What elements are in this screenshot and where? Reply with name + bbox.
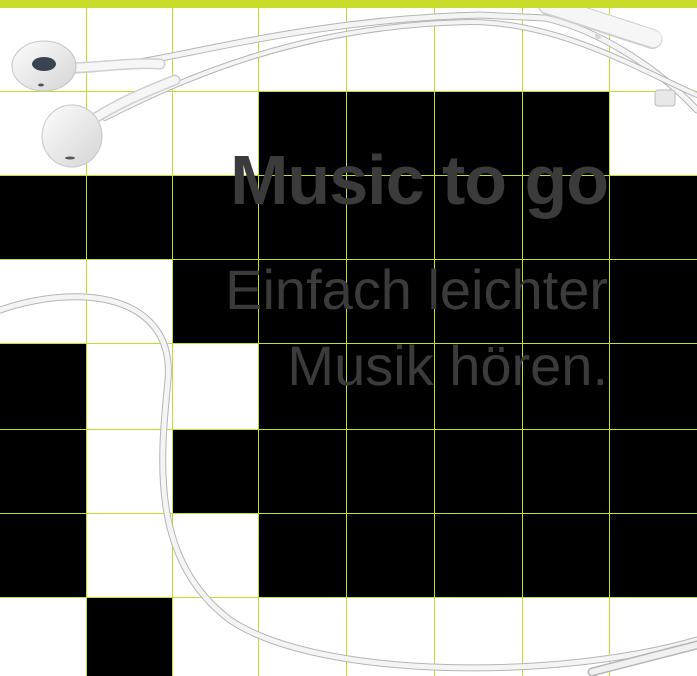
headline: Music to go	[230, 141, 609, 219]
accent-top-bar	[0, 0, 697, 8]
earbud-right	[41, 74, 181, 168]
subline-line-2: Musik hören.	[287, 334, 608, 397]
subline-line-1: Einfach leichter	[225, 258, 608, 321]
earbud-left	[11, 40, 166, 92]
subline: Einfach leichter Musik hören.	[225, 252, 608, 404]
advertisement-canvas: Music to go Einfach leichter Musik hören…	[0, 0, 697, 676]
